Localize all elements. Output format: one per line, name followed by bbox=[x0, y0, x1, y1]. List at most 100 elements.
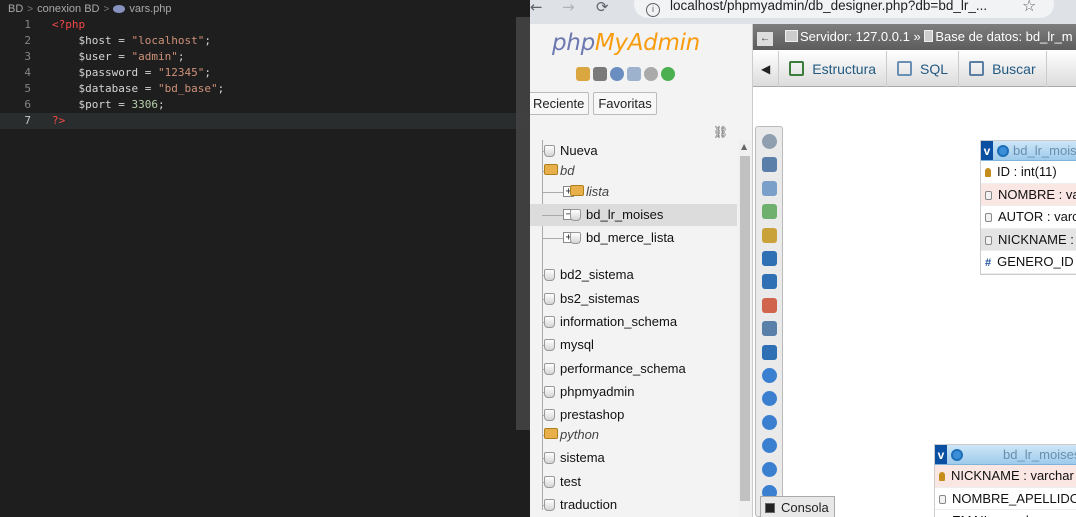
designer-column-row[interactable]: NOMBRE : varchar bbox=[981, 183, 1076, 206]
breadcrumb-item[interactable]: vars.php bbox=[129, 3, 171, 15]
breadcrumb-item[interactable]: conexion BD bbox=[37, 3, 99, 15]
designer-column-row[interactable]: NICKNAME : varchar bbox=[935, 465, 1076, 488]
tab-recent[interactable]: Reciente bbox=[530, 92, 590, 115]
tab-estructura[interactable]: Estructura bbox=[779, 50, 888, 87]
folder-icon bbox=[544, 428, 558, 439]
create-relation-icon[interactable] bbox=[762, 344, 777, 360]
snap-to-grid-icon[interactable] bbox=[762, 461, 777, 477]
tree-item-sistema[interactable]: sistema bbox=[530, 447, 737, 469]
designer-table[interactable]: v bd_lr_moises ID : int(11) NOMBRE : varcha… bbox=[980, 140, 1076, 275]
link-with-main-panel-icon[interactable]: ⛓ bbox=[713, 125, 728, 139]
toggle-columns-icon[interactable]: v bbox=[981, 141, 993, 160]
server-link[interactable]: Servidor: 127.0.0.1 » bbox=[800, 29, 921, 44]
breadcrumb-item[interactable]: BD bbox=[8, 3, 23, 15]
tree-item-prestashop[interactable]: prestashop bbox=[530, 404, 737, 426]
line-number: 6 bbox=[24, 98, 31, 111]
code-line[interactable]: 3 $user = "admin"; bbox=[0, 49, 530, 65]
address-bar[interactable]: i localhost/phpmyadmin/db_designer.php?db… bbox=[634, 0, 1054, 18]
save-as-icon[interactable] bbox=[762, 274, 777, 290]
new-page-icon[interactable] bbox=[762, 204, 777, 220]
reload-icon[interactable]: ⟳ bbox=[596, 0, 609, 16]
designer-table-header[interactable]: v bd_lr_moises bbox=[981, 141, 1076, 161]
designer-table-header[interactable]: v bd_lr_moises bbox=[935, 445, 1076, 465]
code-line[interactable]: 5 $database = "bd_base"; bbox=[0, 81, 530, 97]
tree-item-information-schema[interactable]: information_schema bbox=[530, 311, 737, 333]
bookmark-star-icon[interactable]: ☆ bbox=[1022, 0, 1036, 15]
tab-favorites[interactable]: Favoritas bbox=[593, 92, 657, 115]
code-line[interactable]: 4 $password = "12345"; bbox=[0, 65, 530, 81]
collapse-nav-icon[interactable]: ← bbox=[757, 32, 773, 46]
designer-column-row[interactable]: # GENERO_ID bbox=[981, 251, 1076, 274]
tree-item-lista[interactable]: + lista bbox=[530, 181, 737, 203]
home-icon[interactable] bbox=[576, 67, 590, 81]
code-token: $port bbox=[52, 98, 112, 111]
scroll-up-icon[interactable]: ▲ bbox=[741, 142, 747, 151]
table-settings-icon[interactable] bbox=[951, 448, 963, 461]
code-token: ; bbox=[204, 34, 211, 47]
reload-navigation-icon[interactable] bbox=[661, 67, 675, 81]
tree-item-phpmyadmin[interactable]: phpmyadmin bbox=[530, 381, 737, 403]
gear-icon[interactable] bbox=[644, 67, 658, 81]
database-icon bbox=[544, 476, 555, 488]
console-tab[interactable]: Consola bbox=[760, 496, 835, 517]
designer-column-row[interactable]: ID : int(11) bbox=[981, 161, 1076, 184]
tree-item-traduction[interactable]: traduction bbox=[530, 494, 737, 516]
pma-navigation-panel: phpMyAdmin Reciente Favoritas ⛓ Nueva bd +… bbox=[530, 24, 753, 517]
tree-item-bd2-sistema[interactable]: bd2_sistema bbox=[530, 264, 737, 286]
logout-icon[interactable] bbox=[593, 67, 607, 81]
code-line[interactable]: 2 $host = "localhost"; bbox=[0, 33, 530, 49]
reload-icon[interactable] bbox=[762, 391, 777, 407]
add-tables-icon[interactable] bbox=[762, 180, 777, 196]
delete-page-icon[interactable] bbox=[762, 297, 777, 313]
forward-icon[interactable]: → bbox=[562, 0, 575, 16]
create-table-icon[interactable] bbox=[762, 321, 777, 337]
tree-item-Nueva[interactable]: Nueva bbox=[530, 140, 737, 162]
designer-column-row[interactable]: AUTOR : varchar bbox=[981, 206, 1076, 229]
phpmyadmin-logo[interactable]: phpMyAdmin bbox=[552, 30, 700, 56]
back-icon[interactable]: ← bbox=[530, 0, 543, 16]
designer-column-row[interactable]: NOMBRE_APELLIDO bbox=[935, 488, 1076, 510]
docs-icon[interactable] bbox=[627, 67, 641, 81]
toggle-columns-icon[interactable]: v bbox=[935, 445, 947, 464]
site-info-icon[interactable]: i bbox=[646, 3, 660, 17]
code-line[interactable]: 6 $port = 3306; bbox=[0, 97, 530, 113]
scrollbar-thumb[interactable] bbox=[740, 156, 750, 501]
designer-table[interactable]: v bd_lr_moises NICKNAME : varchar NOMBRE_AP… bbox=[934, 444, 1076, 517]
tree-item-bs2-sistemas[interactable]: bs2_sistemas bbox=[530, 288, 737, 310]
column-icon bbox=[985, 213, 992, 222]
designer-column-row[interactable]: NICKNAME : varchar bbox=[981, 228, 1076, 251]
database-icon bbox=[544, 386, 555, 398]
choose-column-icon[interactable] bbox=[762, 368, 777, 383]
help-icon[interactable] bbox=[610, 67, 624, 81]
tree-item-bd-merce-lista[interactable]: + bd_merce_lista bbox=[530, 227, 737, 249]
help-icon[interactable] bbox=[762, 414, 777, 430]
tab-buscar[interactable]: Buscar bbox=[959, 50, 1047, 87]
code-token: ; bbox=[177, 50, 185, 63]
fullscreen-icon[interactable] bbox=[762, 157, 777, 173]
tree-item-bd-lr-moises[interactable]: − bd_lr_moises bbox=[530, 204, 737, 226]
tree-item-label: bd_lr_moises bbox=[586, 207, 664, 222]
tree-item-bd[interactable]: bd bbox=[530, 160, 737, 182]
tree-item-performance-schema[interactable]: performance_schema bbox=[530, 358, 737, 380]
tree-item-mysql[interactable]: mysql bbox=[530, 334, 737, 356]
code-line[interactable]: 7 ?> bbox=[0, 113, 530, 129]
database-link[interactable]: Base de datos: bd_lr_m bbox=[935, 29, 1072, 44]
tree-item-python[interactable]: python bbox=[530, 424, 737, 446]
angular-links-icon[interactable] bbox=[762, 134, 777, 149]
code-editor[interactable]: BD > conexion BD > vars.php 1 <?php 2 $hos… bbox=[0, 0, 530, 517]
table-settings-icon[interactable] bbox=[997, 144, 1009, 157]
designer-table-name: bd_lr_moises bbox=[1003, 447, 1076, 462]
tabs-scroll-left-icon[interactable]: ◀ bbox=[753, 50, 780, 87]
code-area[interactable]: 1 <?php 2 $host = "localhost"; 3 $user = "a… bbox=[0, 17, 530, 129]
code-line[interactable]: 1 <?php bbox=[0, 17, 530, 33]
url-text: localhost/phpmyadmin/db_designer.php?db=… bbox=[670, 0, 988, 13]
edit-page-icon[interactable] bbox=[762, 227, 777, 243]
editor-scrollbar[interactable] bbox=[516, 17, 530, 430]
tree-item-test[interactable]: test bbox=[530, 471, 737, 493]
tab-sql[interactable]: SQL bbox=[887, 50, 960, 87]
server-breadcrumb: ← Servidor: 127.0.0.1 » Base de datos: bd… bbox=[753, 24, 1076, 50]
designer-column-row[interactable]: EMAIL : varchar bbox=[935, 510, 1076, 517]
nav-scrollbar[interactable]: ▲ bbox=[738, 140, 752, 517]
save-icon[interactable] bbox=[762, 251, 777, 266]
angular-direct-links-icon[interactable] bbox=[762, 438, 777, 454]
